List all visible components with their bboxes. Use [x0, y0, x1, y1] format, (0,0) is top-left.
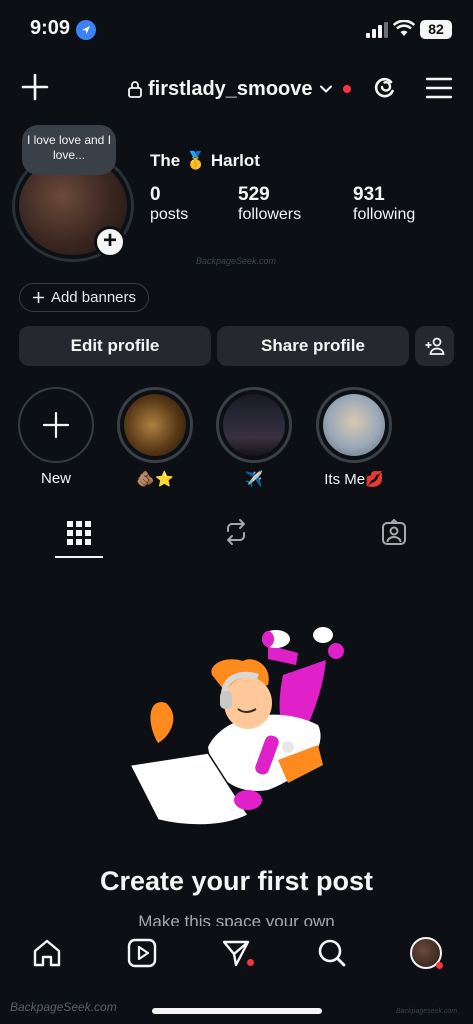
- discover-people-button[interactable]: [415, 326, 454, 366]
- footer-watermark-left: BackpageSeek.com: [10, 1000, 117, 1014]
- notification-dot: [342, 85, 351, 93]
- home-icon[interactable]: [32, 938, 62, 968]
- reposts-icon[interactable]: [223, 518, 249, 546]
- watermark: BackpageSeek.com: [196, 256, 277, 266]
- following-count: 931: [353, 184, 385, 205]
- highlight-circle: [316, 387, 392, 463]
- followers-label: followers: [238, 206, 302, 223]
- add-story-button[interactable]: +: [94, 226, 126, 258]
- highlight-circle: [216, 387, 292, 463]
- display-name: The 🥇 Harlot: [150, 151, 260, 170]
- highlight-item[interactable]: 🫵🏽⭐: [116, 387, 194, 488]
- location-arrow-icon: [76, 20, 96, 40]
- wifi-icon: [393, 20, 415, 36]
- highlight-circle: [117, 387, 193, 463]
- tagged-icon[interactable]: [381, 518, 407, 546]
- plus-icon: [42, 411, 70, 439]
- status-time: 9:09: [30, 17, 71, 39]
- footer-watermark-right: Backpageseek.com: [396, 1008, 458, 1015]
- reels-icon[interactable]: [127, 938, 157, 968]
- edit-profile-button[interactable]: Edit profile: [19, 326, 211, 366]
- stat-posts[interactable]: 0 posts: [150, 184, 188, 224]
- posts-count: 0: [150, 184, 161, 205]
- stat-followers[interactable]: 529 followers: [238, 184, 301, 224]
- highlight-label: Its Me💋: [324, 471, 384, 488]
- profile-note[interactable]: I love love and I love...: [22, 125, 116, 175]
- highlight-thumbnail: [124, 394, 186, 456]
- stat-following[interactable]: 931 following: [353, 184, 415, 224]
- messages-notification-dot: [247, 959, 254, 966]
- empty-state-subtitle: Make this space your own: [138, 912, 335, 926]
- highlight-thumbnail: [223, 394, 285, 456]
- highlight-label: ✈️: [244, 471, 264, 488]
- new-highlight-circle: [18, 387, 94, 463]
- highlight-label: New: [40, 470, 71, 487]
- battery-indicator: 82: [420, 20, 452, 39]
- username: firstlady_smoove: [148, 77, 313, 100]
- add-banners-label: Add banners: [50, 289, 137, 306]
- threads-icon[interactable]: [370, 72, 400, 102]
- empty-state-title: Create your first post: [99, 866, 374, 896]
- posts-label: posts: [150, 206, 189, 223]
- highlight-item[interactable]: ✈️: [215, 387, 293, 488]
- add-person-icon: [425, 337, 444, 355]
- share-profile-button[interactable]: Share profile: [217, 326, 409, 366]
- active-tab-indicator: [55, 556, 103, 558]
- lock-icon: [128, 81, 142, 98]
- search-icon[interactable]: [317, 938, 347, 968]
- account-switcher[interactable]: firstlady_smoove: [128, 76, 351, 102]
- followers-count: 529: [238, 184, 270, 205]
- chevron-down-icon: [319, 85, 332, 93]
- grid-icon[interactable]: [66, 518, 92, 546]
- highlight-label: 🫵🏽⭐: [136, 471, 174, 488]
- highlight-item[interactable]: Its Me💋: [315, 387, 393, 488]
- menu-icon[interactable]: [426, 76, 452, 100]
- home-indicator[interactable]: [152, 1008, 322, 1014]
- cellular-signal-icon: [366, 22, 388, 38]
- highlight-thumbnail: [323, 394, 385, 456]
- following-label: following: [353, 206, 416, 223]
- add-banners-button[interactable]: Add banners: [19, 283, 149, 312]
- highlight-new[interactable]: New: [17, 387, 95, 487]
- profile-notification-dot: [436, 962, 443, 969]
- empty-state-illustration: [128, 627, 344, 826]
- plus-icon: [32, 292, 44, 303]
- create-plus-icon[interactable]: [20, 72, 50, 102]
